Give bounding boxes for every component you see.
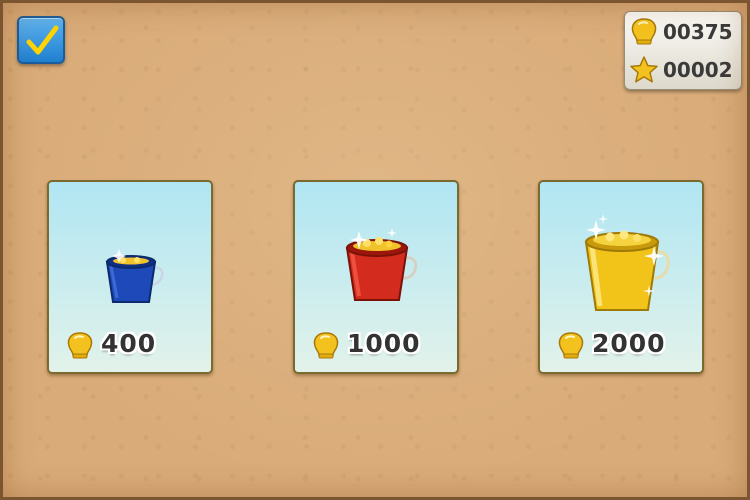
price-label: 400: [101, 329, 157, 358]
game-screen: 00375 00002 400 1000 2000: [0, 0, 750, 500]
price-label: 1000: [347, 329, 421, 358]
star-count: 00002: [663, 58, 733, 82]
price-row: 400: [49, 328, 211, 362]
coin-balance: 00375: [629, 15, 741, 49]
checkmark-icon: [26, 25, 59, 55]
price-row: 2000: [540, 328, 702, 362]
gold-coin-icon: [67, 332, 93, 359]
shop-item-gold-bucket[interactable]: 2000: [538, 180, 704, 374]
shop-item-blue-bucket[interactable]: 400: [47, 180, 213, 374]
currency-panel: 00375 00002: [624, 11, 742, 90]
blue-bucket-icon: [105, 249, 164, 303]
gold-coin-icon: [558, 332, 584, 359]
coin-count: 00375: [663, 20, 733, 44]
red-bucket-icon: [345, 228, 418, 301]
gold-coin-icon: [313, 332, 339, 359]
shop-item-red-bucket[interactable]: 1000: [293, 180, 459, 374]
gold-bucket-icon: [584, 214, 670, 311]
price-label: 2000: [592, 329, 666, 358]
gold-coin-icon: [631, 18, 657, 45]
star-balance: 00002: [629, 53, 741, 87]
confirm-button[interactable]: [17, 16, 65, 64]
price-row: 1000: [295, 328, 457, 362]
star-icon: [630, 56, 658, 83]
